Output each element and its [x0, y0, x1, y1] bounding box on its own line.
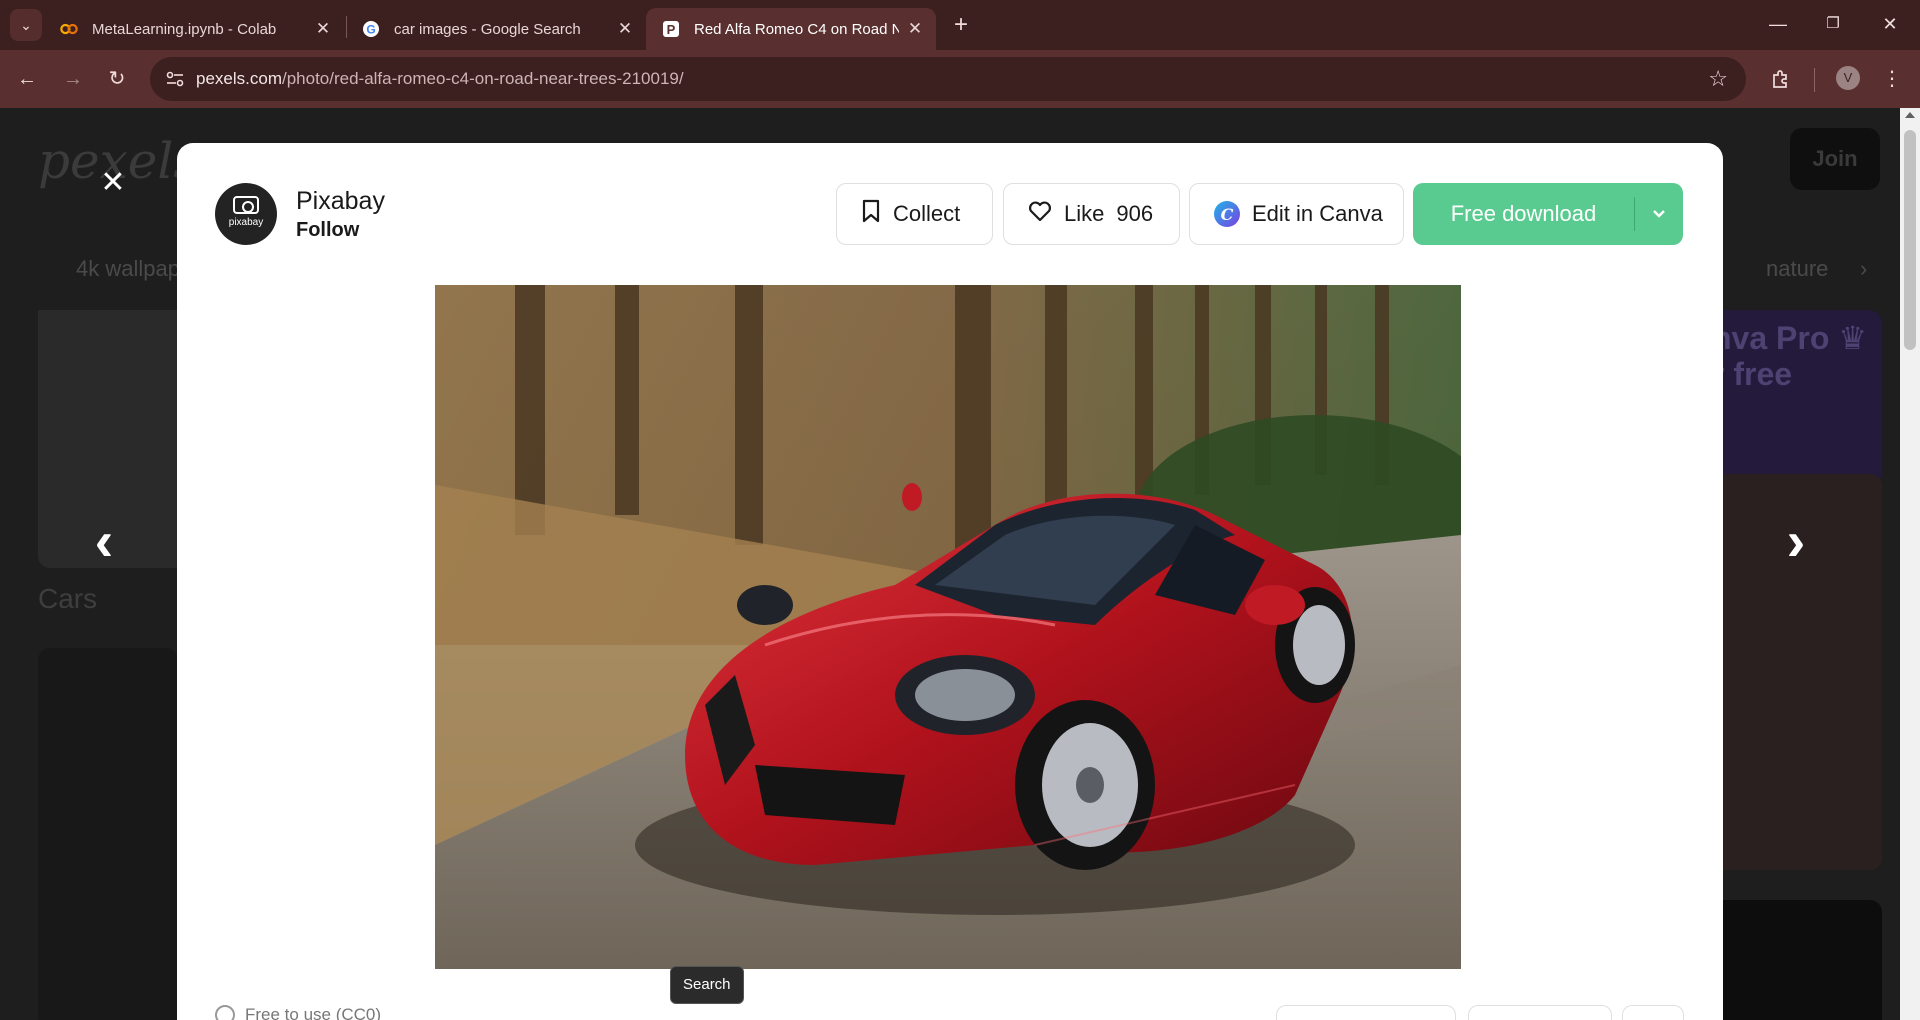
more-button[interactable] [1622, 1005, 1684, 1020]
canva-label: Edit in Canva [1252, 201, 1383, 226]
url-host: pexels.com [196, 69, 282, 88]
tab-pexels[interactable]: P Red Alfa Romeo C4 on Road Ne ✕ [646, 8, 936, 50]
photo-modal: pixabay Pixabay Follow Collect Like 906 … [177, 143, 1723, 1020]
download-label: Free download [1450, 201, 1597, 226]
author-avatar[interactable]: pixabay [215, 183, 277, 245]
car-photo-illustration [435, 285, 1461, 969]
url-path: /photo/red-alfa-romeo-c4-on-road-near-tr… [281, 69, 684, 88]
bookmark-star-icon[interactable]: ☆ [1708, 66, 1728, 92]
google-icon: G [362, 20, 380, 38]
close-tab-icon[interactable]: ✕ [906, 20, 924, 38]
follow-link[interactable]: Follow [296, 219, 359, 242]
like-count: 906 [1116, 201, 1154, 226]
background-photo-tile [1704, 900, 1882, 1020]
promo-text: r free [1712, 356, 1793, 392]
tab-title: car images - Google Search [394, 20, 581, 38]
tab-google-search[interactable]: G car images - Google Search ✕ [346, 8, 646, 50]
camera-icon [233, 196, 259, 214]
address-bar[interactable]: pexels.com/photo/red-alfa-romeo-c4-on-ro… [150, 57, 1746, 101]
restore-icon[interactable]: ❐ [1813, 8, 1853, 40]
next-photo-chevron-icon[interactable]: › [1776, 513, 1816, 569]
section-heading: Cars [38, 583, 98, 614]
heart-icon [1028, 200, 1052, 228]
back-arrow-icon[interactable]: ← [10, 62, 44, 96]
forward-arrow-icon[interactable]: → [56, 62, 90, 96]
like-label: Like [1064, 201, 1105, 226]
toolbar-divider [1814, 68, 1815, 92]
canva-pro-promo[interactable]: nva Pro ♛ r free [1704, 310, 1882, 485]
extensions-puzzle-icon[interactable] [1766, 62, 1796, 96]
close-tab-icon[interactable]: ✕ [314, 20, 332, 38]
like-button[interactable]: Like 906 [1003, 183, 1180, 245]
tab-colab[interactable]: MetaLearning.ipynb - Colab ✕ [44, 8, 344, 50]
pexels-icon: P [662, 20, 680, 38]
tab-title: MetaLearning.ipynb - Colab [92, 20, 277, 38]
tab-strip: ⌄ MetaLearning.ipynb - Colab ✕ G car ima… [0, 0, 1920, 50]
page-scrollbar[interactable] [1900, 108, 1920, 1020]
minimize-icon[interactable]: — [1758, 8, 1798, 40]
profile-avatar[interactable]: V [1836, 66, 1860, 90]
check-circle-icon [215, 1005, 235, 1020]
close-modal-icon[interactable]: ✕ [100, 168, 126, 198]
tag-chip[interactable]: 4k wallpap [76, 256, 180, 282]
collect-button[interactable]: Collect [836, 183, 993, 245]
tab-title: Red Alfa Romeo C4 on Road Ne [694, 20, 899, 38]
author-name[interactable]: Pixabay [296, 187, 385, 216]
tag-chip[interactable]: nature [1766, 256, 1828, 282]
colab-icon [60, 20, 78, 38]
scroll-up-arrow-icon[interactable] [1905, 112, 1915, 118]
close-window-icon[interactable]: ✕ [1870, 8, 1910, 40]
search-tooltip: Search [670, 966, 744, 1004]
bookmark-icon [861, 199, 881, 229]
download-options-chevron-icon[interactable] [1635, 183, 1683, 245]
menu-kebab-icon[interactable]: ⋮ [1880, 62, 1904, 96]
background-photo-tile [38, 648, 178, 1020]
chevron-right-icon[interactable]: › [1860, 256, 1867, 282]
share-button[interactable] [1468, 1005, 1612, 1020]
svg-text:G: G [366, 23, 375, 37]
main-photo[interactable] [435, 285, 1461, 969]
join-button[interactable]: Join [1790, 128, 1880, 190]
promo-text: nva Pro ♛ [1712, 320, 1867, 356]
scrollbar-thumb[interactable] [1904, 130, 1916, 350]
previous-photo-chevron-icon[interactable]: ‹ [84, 513, 124, 569]
url-text: pexels.com/photo/red-alfa-romeo-c4-on-ro… [196, 69, 684, 89]
canva-logo-icon: C [1214, 201, 1240, 227]
close-tab-icon[interactable]: ✕ [616, 20, 634, 38]
collect-label: Collect [893, 201, 961, 226]
new-tab-icon[interactable]: + [948, 12, 974, 38]
avatar-text: pixabay [228, 217, 264, 228]
tab-search-menu-button[interactable]: ⌄ [10, 9, 42, 41]
browser-toolbar: ← → ↻ pexels.com/photo/red-alfa-romeo-c4… [0, 50, 1920, 108]
info-button[interactable] [1276, 1005, 1456, 1020]
site-info-icon[interactable] [160, 64, 190, 94]
edit-in-canva-button[interactable]: C Edit in Canva [1189, 183, 1404, 245]
svg-text:P: P [667, 22, 676, 37]
reload-icon[interactable]: ↻ [100, 62, 134, 96]
license-label: Free to use (CC0) [245, 1005, 382, 1020]
license-info[interactable]: Free to use (CC0) [215, 1005, 381, 1020]
free-download-button[interactable]: Free download [1413, 183, 1683, 245]
